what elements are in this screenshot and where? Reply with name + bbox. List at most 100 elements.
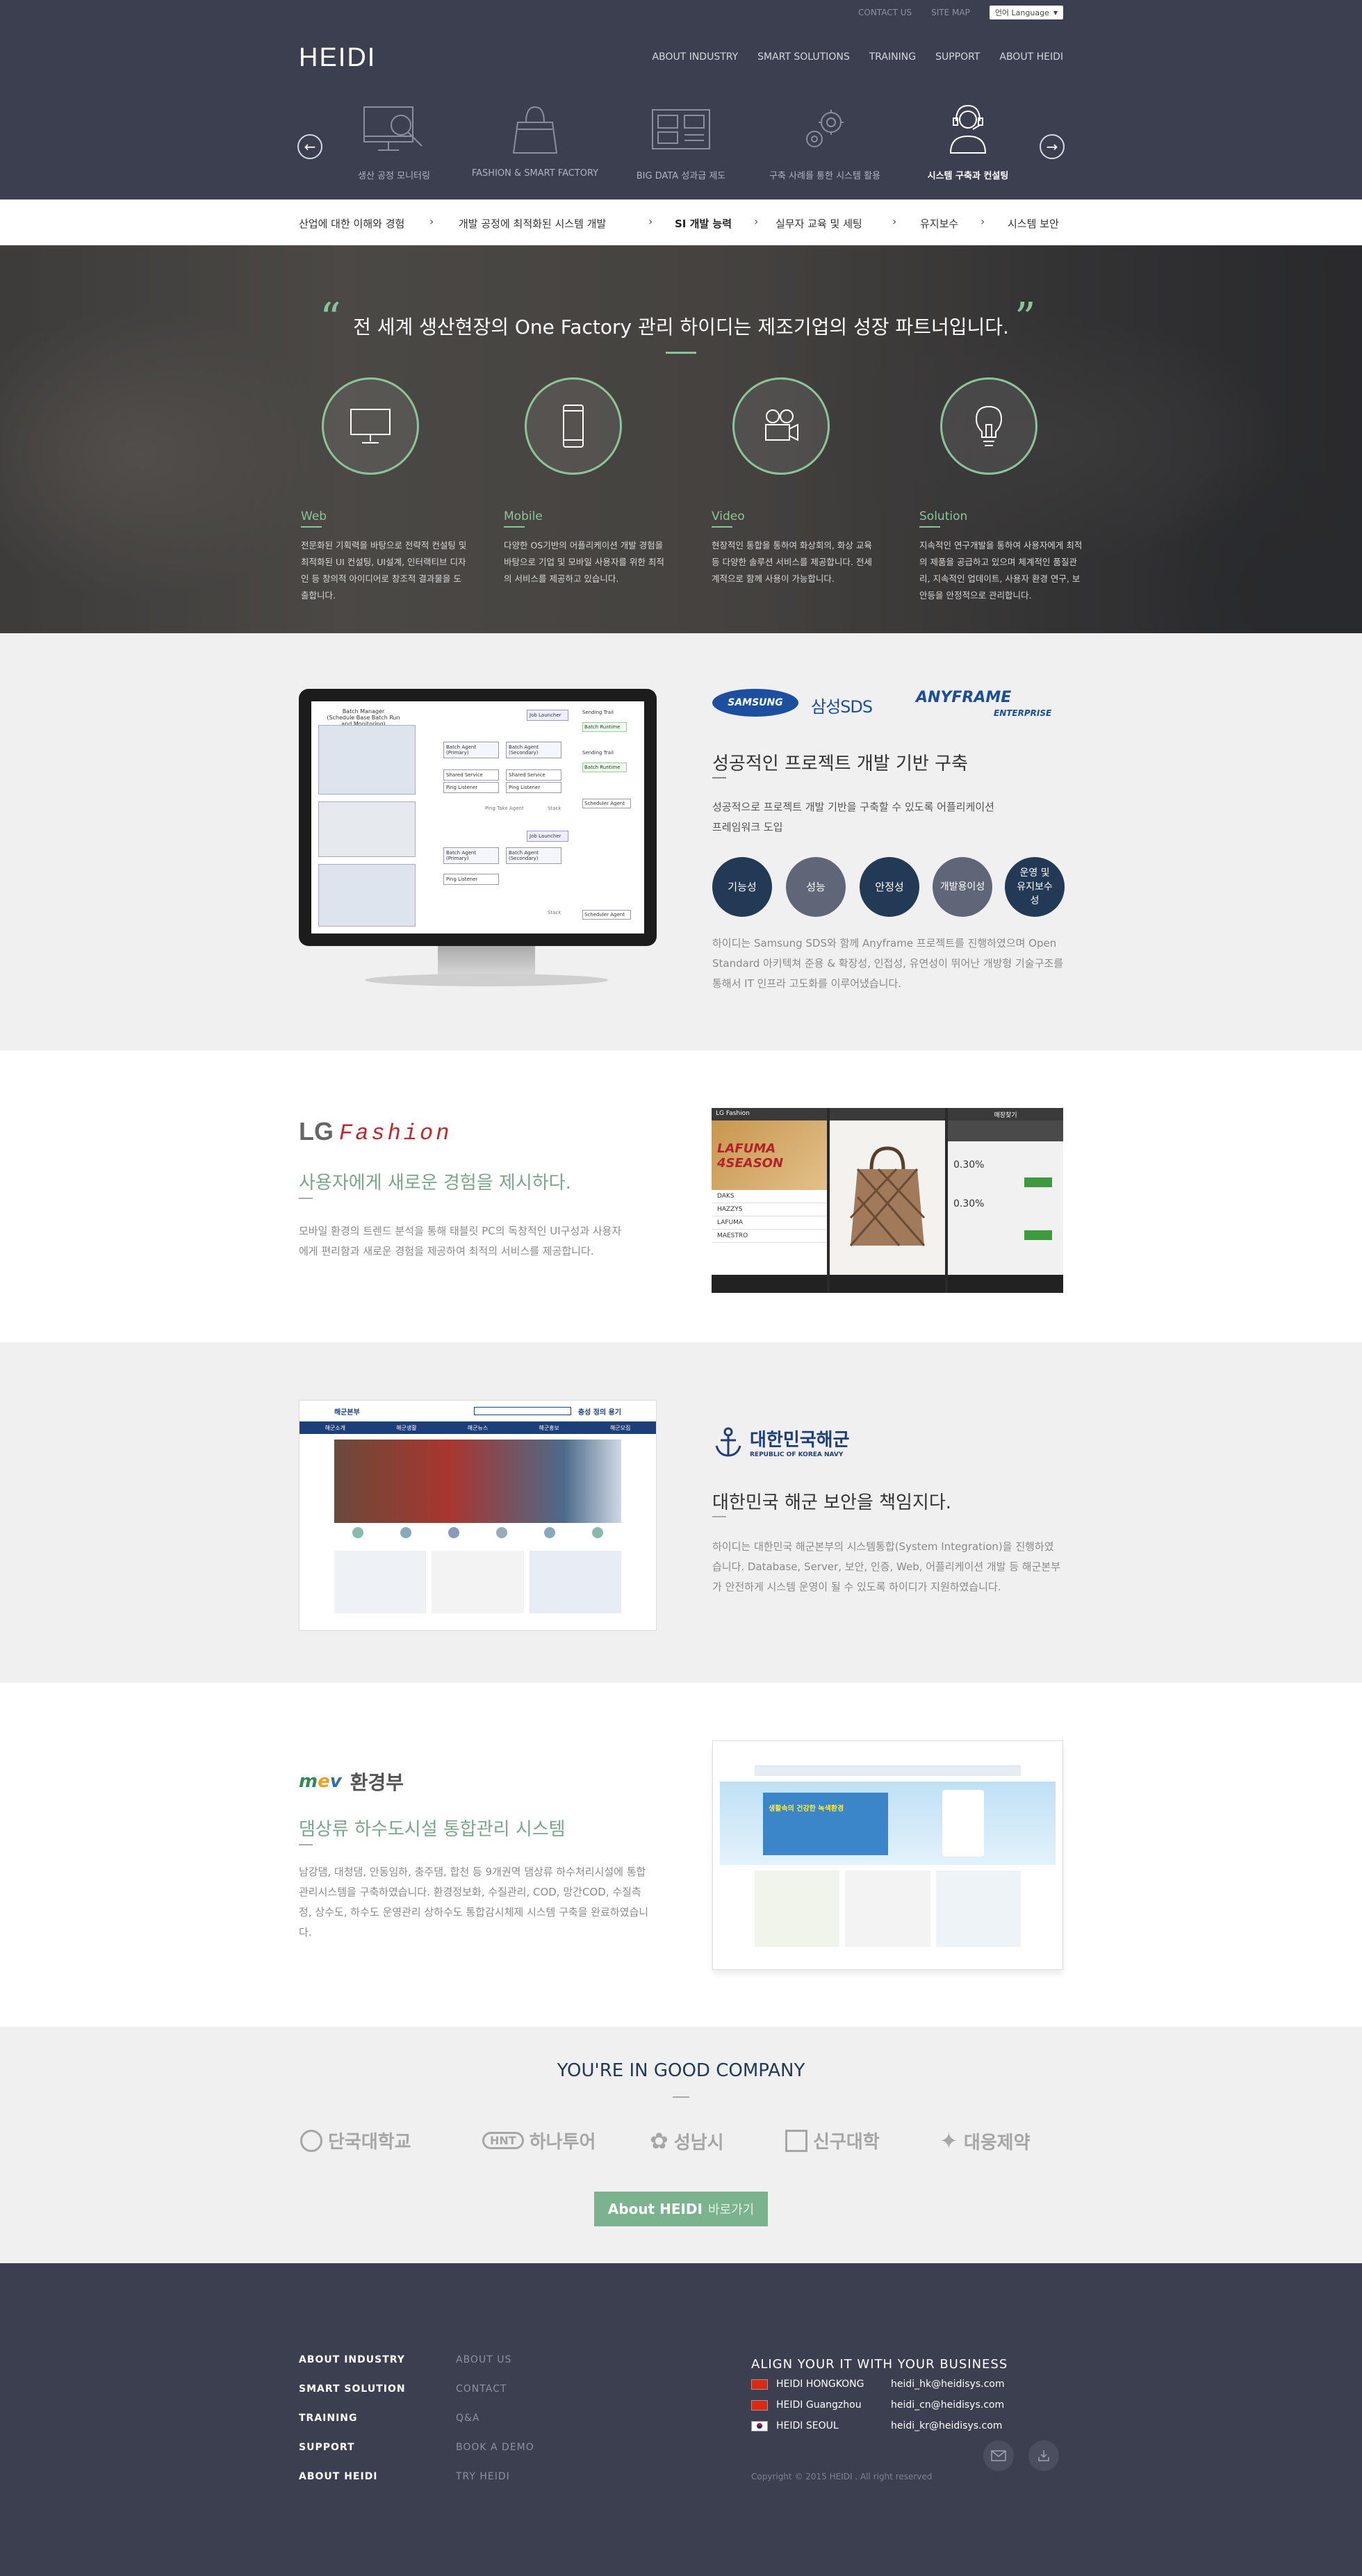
- download-button[interactable]: [1028, 2440, 1059, 2471]
- navy-menu-item[interactable]: 해군소개: [325, 1424, 345, 1432]
- chevron-right-icon: ›: [429, 215, 434, 228]
- office-email-link[interactable]: heidi_kr@heidisys.com: [891, 2420, 1002, 2431]
- mail-button[interactable]: [983, 2440, 1014, 2471]
- footer-link-smart-solution[interactable]: SMART SOLUTION: [299, 2383, 406, 2395]
- main-nav: ABOUT INDUSTRY SMART SOLUTIONS TRAINING …: [652, 51, 1063, 63]
- navy-menu-item[interactable]: 해군생활: [396, 1424, 416, 1432]
- job-launcher-box: Job Launcher: [527, 710, 568, 721]
- footer-link-training[interactable]: TRAINING: [299, 2413, 358, 2424]
- navy-site-search[interactable]: [473, 1407, 571, 1415]
- service-icon-circle[interactable]: [322, 377, 419, 475]
- quick-link-icon[interactable]: [400, 1527, 412, 1538]
- company-title: YOU'RE IN GOOD COMPANY: [557, 2060, 805, 2081]
- subnav-si-development[interactable]: SI 개발 능력: [675, 216, 732, 231]
- category-label: BIG DATA 성과급 제도: [636, 171, 726, 181]
- quick-link-icon[interactable]: [543, 1527, 555, 1538]
- navy-menu-item[interactable]: 해군모집: [610, 1424, 630, 1432]
- service-icon-circle[interactable]: [732, 377, 830, 475]
- heidi-logo[interactable]: HEIDI: [299, 43, 376, 73]
- quick-link-icon[interactable]: [352, 1527, 364, 1538]
- badge-functionality: 기능성: [712, 857, 772, 917]
- quick-link-icon[interactable]: [448, 1527, 460, 1538]
- site-footer: ABOUT INDUSTRY SMART SOLUTION TRAINING S…: [0, 2263, 1362, 2576]
- subnav-system-security[interactable]: 시스템 보안: [1008, 216, 1059, 231]
- navy-menu-item[interactable]: 해군홍보: [539, 1424, 559, 1432]
- nav-about-heidi[interactable]: ABOUT HEIDI: [999, 51, 1063, 63]
- flow-box: Batch Runtime: [582, 763, 627, 772]
- lightbulb-icon: [975, 405, 1003, 446]
- footer-link-book-demo[interactable]: BOOK A DEMO: [456, 2442, 534, 2453]
- nav-about-industry[interactable]: ABOUT INDUSTRY: [652, 51, 738, 63]
- navy-logo-text: 대한민국해군: [750, 1430, 850, 1451]
- nav-support[interactable]: SUPPORT: [935, 51, 980, 63]
- gears-icon: [806, 110, 844, 147]
- title-divider: [673, 2096, 689, 2098]
- navy-site-logo: 해군본부: [334, 1408, 360, 1417]
- language-select[interactable]: 언어 Language ▼: [989, 6, 1063, 19]
- service-icon-circle[interactable]: [940, 377, 1037, 475]
- screen-header: Batch Manager (Schedule Base Batch Run a…: [325, 708, 402, 727]
- category-case-study[interactable]: 구축 사례를 통한 시스템 활용: [759, 104, 891, 181]
- subnav-training-setup[interactable]: 실무자 교육 및 세팅: [776, 216, 862, 231]
- flow-box: Batch Runtime: [582, 722, 627, 732]
- app-brand-item[interactable]: LAFUMA: [712, 1216, 827, 1230]
- category-monitoring[interactable]: 생산 공정 모니터링: [328, 104, 460, 181]
- footer-link-contact[interactable]: CONTACT: [456, 2383, 507, 2395]
- next-arrow-button[interactable]: →: [1040, 134, 1065, 159]
- footer-link-qna[interactable]: Q&A: [456, 2413, 480, 2424]
- anchor-icon: [715, 1427, 741, 1457]
- office-name: HEIDI Guangzhou: [776, 2399, 862, 2411]
- service-box: Shared Service: [443, 769, 499, 781]
- app-green-button[interactable]: [1024, 1230, 1052, 1240]
- badge-performance: 성능: [786, 857, 846, 917]
- app-brand-item[interactable]: HAZZYS: [712, 1203, 827, 1216]
- env-site-menu: [755, 1766, 1021, 1776]
- subnav-system-development[interactable]: 개발 공정에 최적화된 시스템 개발: [459, 216, 606, 231]
- category-consulting[interactable]: 시스템 구축과 컨설팅: [902, 104, 1034, 181]
- footer-link-about-industry[interactable]: ABOUT INDUSTRY: [299, 2354, 405, 2365]
- korea-flag-icon: [751, 2420, 768, 2431]
- app-banner: LAFUMA 4SEASON: [712, 1120, 827, 1190]
- office-email-link[interactable]: heidi_hk@heidisys.com: [891, 2379, 1005, 2390]
- nav-smart-solutions[interactable]: SMART SOLUTIONS: [757, 51, 850, 63]
- dankook-logo: 단국대학교: [300, 2128, 411, 2153]
- monitor-mockup: Batch Manager (Schedule Base Batch Run a…: [299, 689, 657, 946]
- headset-icon: [949, 104, 987, 154]
- site-map-link[interactable]: SITE MAP: [931, 8, 970, 17]
- footer-link-about-heidi[interactable]: ABOUT HEIDI: [299, 2471, 378, 2482]
- subnav-industry-experience[interactable]: 산업에 대한 이해와 경험: [299, 216, 404, 231]
- quick-link-icon[interactable]: [495, 1527, 507, 1538]
- service-icon-circle[interactable]: [525, 377, 622, 475]
- navy-logo-subtext: REPUBLIC OF KOREA NAVY: [750, 1451, 844, 1458]
- contact-us-link[interactable]: CONTACT US: [858, 8, 912, 17]
- prev-arrow-button[interactable]: ←: [297, 134, 322, 159]
- footer-link-about-us[interactable]: ABOUT US: [456, 2354, 511, 2365]
- service-label: Ping Listener: [446, 877, 478, 882]
- category-fashion[interactable]: FASHION & SMART FACTORY: [469, 104, 601, 179]
- app-brand-item[interactable]: DAKS: [712, 1190, 827, 1203]
- footer-link-support[interactable]: SUPPORT: [299, 2442, 355, 2453]
- daewoong-logo-text: 대웅제약: [963, 2132, 1031, 2153]
- service-box: Ping Listener: [443, 874, 499, 885]
- app-brand-item[interactable]: MAESTRO: [712, 1230, 827, 1243]
- footer-link-try-heidi[interactable]: TRY HEIDI: [456, 2471, 510, 2482]
- about-heidi-button[interactable]: About HEIDI 바로가기: [594, 2192, 768, 2226]
- app-green-button[interactable]: [1024, 1177, 1052, 1187]
- app-screen-stores: 매장찾기 0.30% 0.30%: [948, 1108, 1063, 1293]
- nav-training[interactable]: TRAINING: [869, 51, 916, 63]
- navy-menu-item[interactable]: 해군뉴스: [468, 1424, 488, 1432]
- service-description: 다양한 OS기반의 어플리케이션 개발 경험을 바탕으로 기업 및 모바일 사용…: [504, 540, 664, 584]
- subnav-maintenance[interactable]: 유지보수: [920, 216, 958, 231]
- navy-site-menu: 해군소개 해군생활 해군뉴스 해군홍보 해군모집: [300, 1421, 656, 1434]
- office-email-link[interactable]: heidi_cn@heidisys.com: [891, 2399, 1004, 2411]
- samsung-title: 성공적인 프로젝트 개발 기반 구축: [712, 753, 968, 774]
- navy-site-content: [334, 1551, 621, 1613]
- screen-label: Stack: [548, 806, 561, 811]
- quick-link-icon[interactable]: [591, 1527, 603, 1538]
- service-box: Ping Listener: [506, 782, 561, 793]
- utility-links: CONTACT US SITE MAP 언어 Language ▼: [858, 6, 1063, 19]
- lg-fashion-case-section: LG Fashion 사용자에게 새로운 경험을 제시하다. 모바일 환경의 트…: [0, 1050, 1362, 1342]
- flow-label: Sending Trail: [582, 710, 614, 715]
- office-seoul: HEIDI SEOUL heidi_kr@heidisys.com: [751, 2420, 1002, 2431]
- category-big-data[interactable]: BIG DATA 성과급 제도: [615, 104, 747, 181]
